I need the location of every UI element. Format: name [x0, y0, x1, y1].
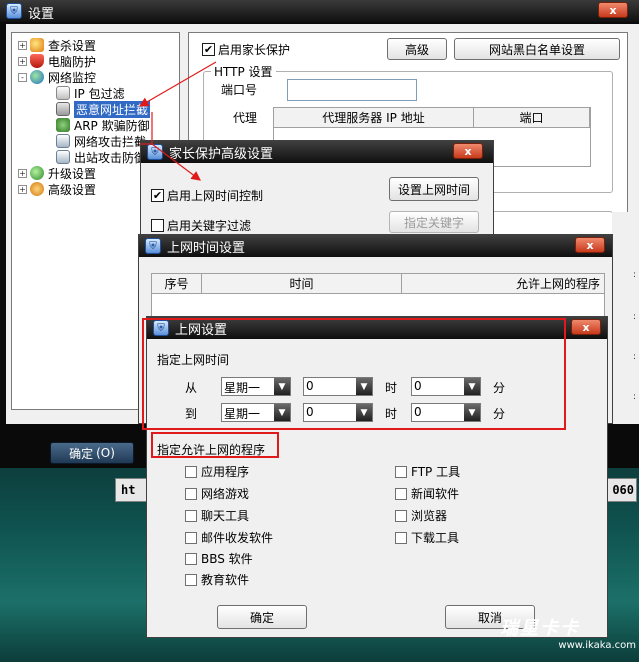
annotation-arrows [138, 61, 217, 181]
arrow-to-time-checkbox [151, 143, 201, 181]
watermark-brand: 瑞星卡卡 [500, 618, 580, 639]
watermark: 瑞星卡卡 www.ikaka.com [500, 614, 636, 658]
watermark-url: www.ikaka.com [558, 640, 636, 651]
arrow-to-tree-item [138, 61, 217, 107]
